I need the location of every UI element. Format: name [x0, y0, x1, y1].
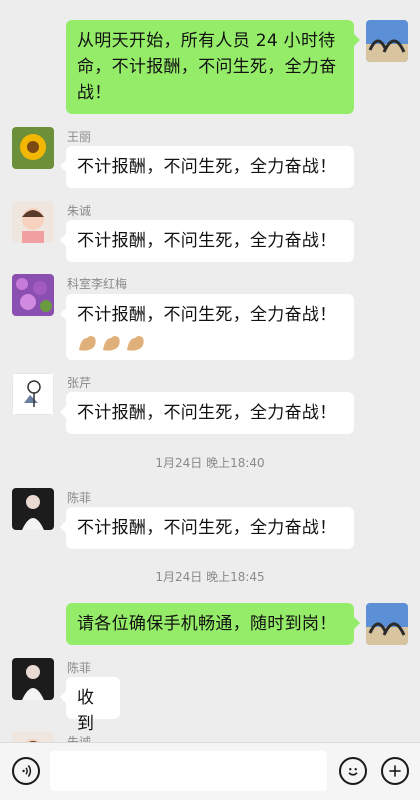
message-input[interactable] [50, 751, 327, 791]
message-line: 命，不计报酬，不问生死，全力奋 [77, 57, 337, 77]
sender-name: 陈菲 [67, 661, 92, 675]
message-line: 战！ [77, 83, 112, 103]
avatar-zhangqin[interactable] [12, 373, 54, 415]
message-bubble[interactable]: 不计报酬，不问生死，全力奋战！ [60, 392, 354, 434]
message-bubble[interactable]: 不计报酬，不问生死，全力奋战！ [60, 220, 354, 262]
sender-name: 张芹 [67, 376, 92, 390]
sender-name: 朱诚 [67, 204, 92, 218]
voice-icon[interactable] [12, 757, 40, 785]
avatar-lihongmei[interactable] [12, 274, 54, 316]
input-bar [0, 742, 420, 800]
sender-name: 王丽 [67, 130, 92, 144]
sender-name: 科室李红梅 [67, 277, 128, 291]
timestamp: 1月24日 晚上18:45 [155, 570, 265, 584]
sender-name: 朱诚 [67, 735, 92, 742]
message-bubble[interactable]: 收到 [60, 677, 120, 734]
smiley-icon[interactable] [339, 757, 367, 785]
avatar-zhucheng[interactable] [12, 732, 54, 742]
sender-name: 陈菲 [67, 491, 92, 505]
avatar-wangli[interactable] [12, 127, 54, 169]
chat-area[interactable]: 从明天开始，所有人员 24 小时待 命，不计报酬，不问生死，全力奋 战！ 王丽 … [0, 0, 420, 742]
message-bubble-me[interactable]: 请各位确保手机畅通，随时到岗！ [66, 603, 360, 645]
plus-icon[interactable] [381, 757, 409, 785]
message-bubble[interactable]: 不计报酬，不问生死，全力奋战！ [60, 146, 354, 188]
message-bubble-me[interactable]: 从明天开始，所有人员 24 小时待 命，不计报酬，不问生死，全力奋 战！ [66, 20, 360, 114]
message-bubble[interactable]: 不计报酬，不问生死，全力奋战！ [60, 507, 354, 549]
message-line: 从明天开始，所有人员 24 小时待 [77, 31, 336, 51]
avatar-chenfei[interactable] [12, 488, 54, 530]
avatar-zhucheng[interactable] [12, 201, 54, 243]
my-avatar[interactable] [366, 603, 408, 645]
my-avatar[interactable] [366, 20, 408, 62]
avatar-chenfei[interactable] [12, 658, 54, 700]
message-bubble[interactable]: 不计报酬，不问生死，全力奋战！ [60, 294, 354, 360]
timestamp: 1月24日 晚上18:40 [155, 456, 265, 470]
flexed-biceps-icon [77, 330, 343, 356]
message-text: 不计报酬，不问生死，全力奋战！ [77, 305, 337, 325]
